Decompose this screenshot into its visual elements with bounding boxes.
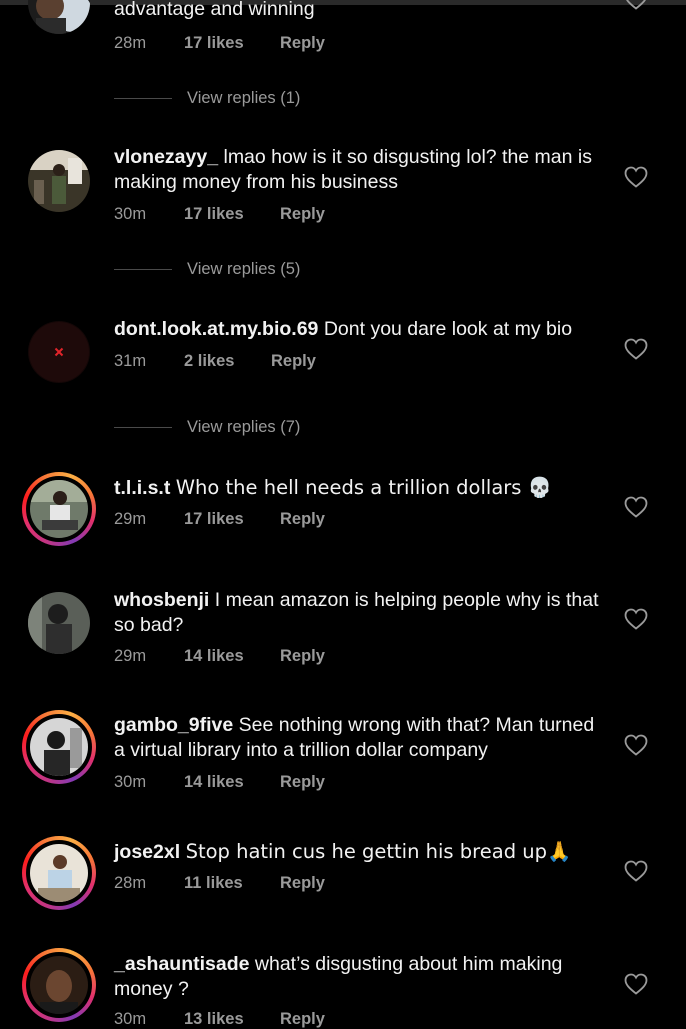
like-heart-icon[interactable] (624, 496, 648, 518)
view-replies-divider (114, 98, 172, 100)
view-replies-button[interactable]: View replies (5) (114, 260, 300, 279)
view-replies-button[interactable]: View replies (7) (114, 418, 300, 437)
comment-meta: 28m 17 likes Reply (114, 34, 325, 53)
comment-username[interactable]: dont.look.at.my.bio.69 (114, 318, 318, 340)
like-heart-icon[interactable] (624, 608, 648, 630)
comment-meta: 28m 11 likes Reply (114, 874, 325, 893)
like-heart-icon[interactable] (624, 0, 648, 10)
comment-time: 29m (114, 510, 147, 528)
avatar[interactable] (22, 315, 96, 389)
comment-time: 28m (114, 34, 147, 52)
avatar-photo (30, 480, 88, 538)
comment-time: 30m (114, 1010, 147, 1028)
avatar-photo (30, 718, 88, 776)
comment-text-block: vlonezayy_ lmao how is it so disgusting … (114, 145, 609, 195)
view-replies-divider (114, 427, 172, 429)
comment-username[interactable]: jose2xl (114, 841, 180, 863)
like-heart-icon[interactable] (624, 734, 648, 756)
reply-button[interactable]: Reply (280, 874, 325, 893)
like-heart-icon[interactable] (624, 860, 648, 882)
reply-button[interactable]: Reply (280, 647, 325, 666)
comment-username[interactable]: vlonezayy_ (114, 146, 218, 168)
avatar-story-ring[interactable] (22, 948, 96, 1022)
comment-text-block: jose2xl Stop hatin cus he gettin his bre… (114, 839, 609, 865)
comment-time: 31m (114, 352, 147, 370)
view-replies-divider (114, 269, 172, 271)
view-replies-button[interactable]: View replies (1) (114, 89, 300, 108)
comment-text-block: advantage and winning (114, 0, 609, 22)
view-replies-label: View replies (5) (187, 260, 301, 278)
reply-button[interactable]: Reply (280, 205, 325, 224)
avatar[interactable] (22, 144, 96, 218)
comment-username[interactable]: gambo_9five (114, 714, 233, 736)
comment-text-block: dont.look.at.my.bio.69 Dont you dare loo… (114, 317, 609, 342)
comment-text: advantage and winning (114, 0, 315, 20)
comment-likes[interactable]: 17 likes (184, 510, 280, 529)
comment-time: 30m (114, 773, 147, 791)
avatar-story-ring[interactable] (22, 710, 96, 784)
avatar-photo (28, 150, 90, 212)
comment-time: 28m (114, 874, 147, 892)
view-replies-label: View replies (1) (187, 89, 301, 107)
comment-meta: 30m 17 likes Reply (114, 205, 325, 224)
comment-username[interactable]: _ashauntisade (114, 953, 249, 975)
comment-text: Dont you dare look at my bio (323, 318, 573, 340)
comment-likes[interactable]: 2 likes (184, 352, 271, 371)
avatar-photo (28, 592, 90, 654)
avatar[interactable] (22, 0, 96, 40)
comment-text: Stop hatin cus he gettin his bread up🙏 (185, 840, 572, 863)
comment-time: 30m (114, 205, 147, 223)
avatar-story-ring[interactable] (22, 836, 96, 910)
reply-button[interactable]: Reply (280, 510, 325, 529)
avatar[interactable] (22, 586, 96, 660)
comment-meta: 30m 13 likes Reply (114, 1010, 325, 1029)
reply-button[interactable]: Reply (280, 34, 325, 53)
comment-text-block: t.l.i.s.t Who the hell needs a trillion … (114, 475, 609, 501)
like-heart-icon[interactable] (624, 166, 648, 188)
avatar-photo (28, 0, 90, 34)
comment-meta: 31m 2 likes Reply (114, 352, 316, 371)
reply-button[interactable]: Reply (280, 773, 325, 792)
avatar-photo (30, 956, 88, 1014)
comment-meta: 29m 14 likes Reply (114, 647, 325, 666)
comment-likes[interactable]: 11 likes (184, 874, 280, 893)
avatar-photo (28, 321, 90, 383)
comment-text: Who the hell needs a trillion dollars 💀 (175, 476, 552, 499)
comment-likes[interactable]: 17 likes (184, 205, 280, 224)
comment-likes[interactable]: 14 likes (184, 647, 280, 666)
comment-meta: 29m 17 likes Reply (114, 510, 325, 529)
comment-username[interactable]: whosbenji (114, 589, 209, 611)
reply-button[interactable]: Reply (280, 1010, 325, 1029)
comment-username[interactable]: t.l.i.s.t (114, 477, 170, 499)
avatar-photo (30, 844, 88, 902)
view-replies-label: View replies (7) (187, 418, 301, 436)
comment-text-block: whosbenji I mean amazon is helping peopl… (114, 588, 609, 638)
comment-text-block: _ashauntisade what’s disgusting about hi… (114, 952, 609, 1002)
reply-button[interactable]: Reply (271, 352, 316, 371)
comment-likes[interactable]: 13 likes (184, 1010, 280, 1029)
avatar-story-ring[interactable] (22, 472, 96, 546)
comment-meta: 30m 14 likes Reply (114, 773, 325, 792)
like-heart-icon[interactable] (624, 973, 648, 995)
comment-text-block: gambo_9five See nothing wrong with that?… (114, 713, 609, 763)
comment-likes[interactable]: 17 likes (184, 34, 280, 53)
comment-time: 29m (114, 647, 147, 665)
comment-likes[interactable]: 14 likes (184, 773, 280, 792)
like-heart-icon[interactable] (624, 338, 648, 360)
